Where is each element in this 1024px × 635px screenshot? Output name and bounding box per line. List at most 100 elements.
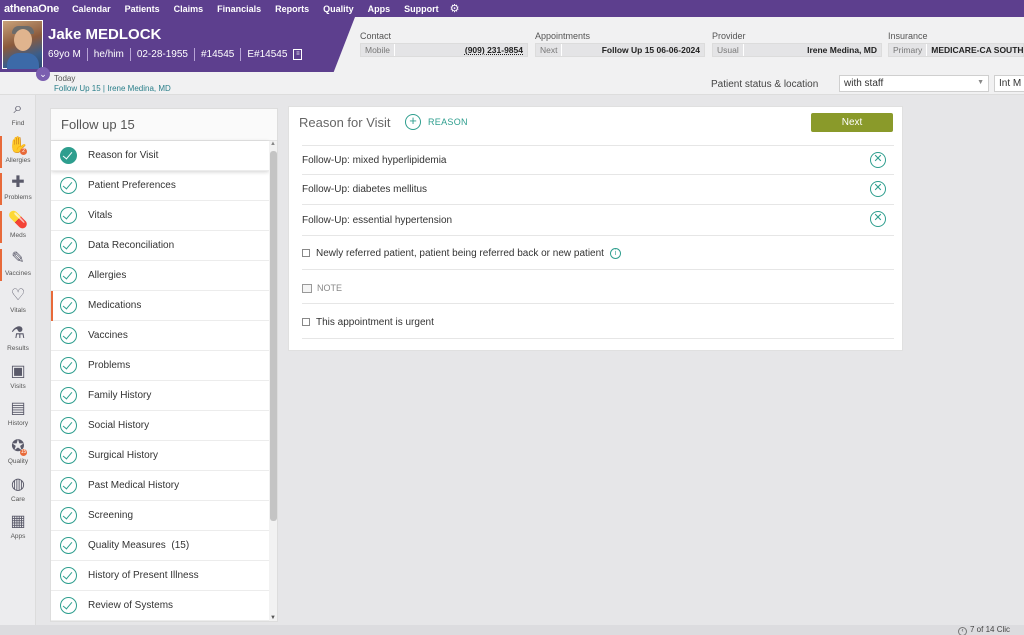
add-reason-button[interactable]: + REASON [405,114,468,130]
quality-badge: 15 [20,449,27,456]
top-nav: athenaOne Calendar Patients Claims Finan… [0,0,1024,17]
checklist-item-label: Medications [88,300,142,311]
checklist-item-social-history[interactable]: Social History [51,411,269,441]
rail-vaccines[interactable]: ✎ Vaccines [0,247,36,283]
insurance-group: Insurance Primary MEDICARE-CA SOUTHERN [888,31,1024,57]
gear-icon[interactable]: ⚙ [446,2,460,15]
urgent-option[interactable]: This appointment is urgent [302,307,894,339]
app-logo[interactable]: athenaOne [0,3,65,15]
search-icon: ⌕ [13,100,23,117]
chevron-left-icon[interactable]: ‹ [958,627,967,635]
urgent-checkbox[interactable] [302,318,310,327]
checklist-item-patient-preferences[interactable]: Patient Preferences [51,171,269,201]
flask-icon: ⚗ [10,325,26,342]
chevron-down-icon[interactable]: ⌄ [36,67,50,81]
checklist-item-label: Surgical History [88,450,159,461]
appointments-field[interactable]: Next Follow Up 15 06-06-2024 [535,43,705,57]
nav-claims[interactable]: Claims [167,4,211,14]
checklist-item-history-of-present-illness[interactable]: History of Present Illness [51,561,269,591]
insurance-field[interactable]: Primary MEDICARE-CA SOUTHERN [888,43,1024,57]
rail-results[interactable]: ⚗ Results [0,322,36,358]
chevron-down-icon: ▼ [977,79,984,86]
remove-reason-icon[interactable]: ✕ [870,181,886,197]
visit-link[interactable]: Follow Up 15 | Irene Medina, MD [54,84,171,93]
checklist-item-screening[interactable]: Screening [51,501,269,531]
provider-field[interactable]: Usual Irene Medina, MD [712,43,882,57]
clipboard-icon: ▤ [10,400,26,417]
rail-label: Meds [10,232,26,239]
patient-name[interactable]: Jake MEDLOCK [48,26,161,43]
avatar[interactable] [2,20,43,69]
pill-icon: 💊 [8,212,28,229]
footer-bar: ‹ 7 of 14 Clic [0,625,1024,635]
rail-quality[interactable]: ✪ 15 Quality [0,435,36,471]
remove-reason-icon[interactable]: ✕ [870,152,886,168]
checklist-item-review-of-systems[interactable]: Review of Systems [51,591,269,621]
new-patient-option[interactable]: Newly referred patient, patient being re… [302,238,894,270]
check-circle-icon [60,597,77,614]
checklist-item-medications[interactable]: Medications [51,291,269,321]
checklist-item-label: Vitals [88,210,113,221]
checklist-item-reason-for-visit[interactable]: Reason for Visit [51,141,269,171]
nav-financials[interactable]: Financials [210,4,268,14]
patient-header: Jake MEDLOCK 69yo M he/him 02-28-1955 #1… [0,17,1024,81]
checklist-item-surgical-history[interactable]: Surgical History [51,441,269,471]
nav-quality[interactable]: Quality [316,4,361,14]
checklist-item-problems[interactable]: Problems [51,351,269,381]
next-button[interactable]: Next [811,113,893,132]
patient-status-label: Patient status & location [711,79,819,90]
rail-allergies[interactable]: ✋ 2 Allergies [0,134,36,170]
location-value: Int M [999,78,1022,89]
location-select[interactable]: Int M [994,75,1024,92]
check-circle-icon [60,267,77,284]
checklist-item-vitals[interactable]: Vitals [51,201,269,231]
check-circle-icon [60,477,77,494]
reason-row: Follow-Up: essential hypertension ✕ [302,205,894,236]
new-patient-checkbox[interactable] [302,249,310,258]
rail-visits[interactable]: ▣ Visits [0,360,36,396]
check-circle-icon [60,447,77,464]
heartbeat-icon: ♡ [10,287,26,304]
note-option[interactable]: NOTE [302,272,894,304]
reason-row: Follow-Up: mixed hyperlipidemia ✕ [302,145,894,175]
rail-find[interactable]: ⌕ Find [0,97,36,133]
checklist-item-family-history[interactable]: Family History [51,381,269,411]
rail-history[interactable]: ▤ History [0,397,36,433]
nav-reports[interactable]: Reports [268,4,316,14]
checklist-item-data-reconciliation[interactable]: Data Reconciliation [51,231,269,261]
note-icon [302,284,312,294]
checklist-title: Follow up 15 [51,109,277,141]
plus-circle-icon: + [405,114,421,130]
rail-label: Find [11,120,25,127]
page-indicator[interactable]: ‹ 7 of 14 Clic [958,625,1010,635]
reason-title: Reason for Visit [299,115,391,130]
rail-vitals[interactable]: ♡ Vitals [0,284,36,320]
rail-care[interactable]: ◍ Care [0,473,36,509]
document-icon[interactable]: ≡ [293,49,303,60]
checklist-scrollbar[interactable]: ▲ ▼ [269,141,277,621]
scrollbar-thumb[interactable] [270,151,277,521]
nav-calendar[interactable]: Calendar [65,4,118,14]
info-icon[interactable]: i [609,247,621,259]
scroll-up-icon[interactable]: ▲ [270,141,276,147]
scroll-down-icon[interactable]: ▼ [270,615,276,621]
reason-text: Follow-Up: essential hypertension [302,215,453,226]
checklist-item-label: Reason for Visit [88,150,159,161]
rail-meds[interactable]: 💊 Meds [0,209,36,245]
left-rail: ⌕ Find ✋ 2 Allergies ✚ Problems 💊 Meds ✎… [0,95,36,625]
patient-status-select[interactable]: with staff ▼ [839,75,989,92]
nav-apps[interactable]: Apps [361,4,398,14]
nav-patients[interactable]: Patients [118,4,167,14]
remove-reason-icon[interactable]: ✕ [870,211,886,227]
rail-apps[interactable]: ▦ Apps [0,510,36,546]
checklist-item-vaccines[interactable]: Vaccines [51,321,269,351]
rail-label: Quality [7,458,29,465]
checklist-item-past-medical-history[interactable]: Past Medical History [51,471,269,501]
provider-title: Provider [712,31,746,41]
checklist-item-label: Patient Preferences [88,180,176,191]
rail-problems[interactable]: ✚ Problems [0,171,36,207]
nav-support[interactable]: Support [397,4,446,14]
checklist-item-quality-measures[interactable]: Quality Measures (15) [51,531,269,561]
contact-field[interactable]: Mobile (909) 231-9854 [360,43,528,57]
checklist-item-allergies[interactable]: Allergies [51,261,269,291]
